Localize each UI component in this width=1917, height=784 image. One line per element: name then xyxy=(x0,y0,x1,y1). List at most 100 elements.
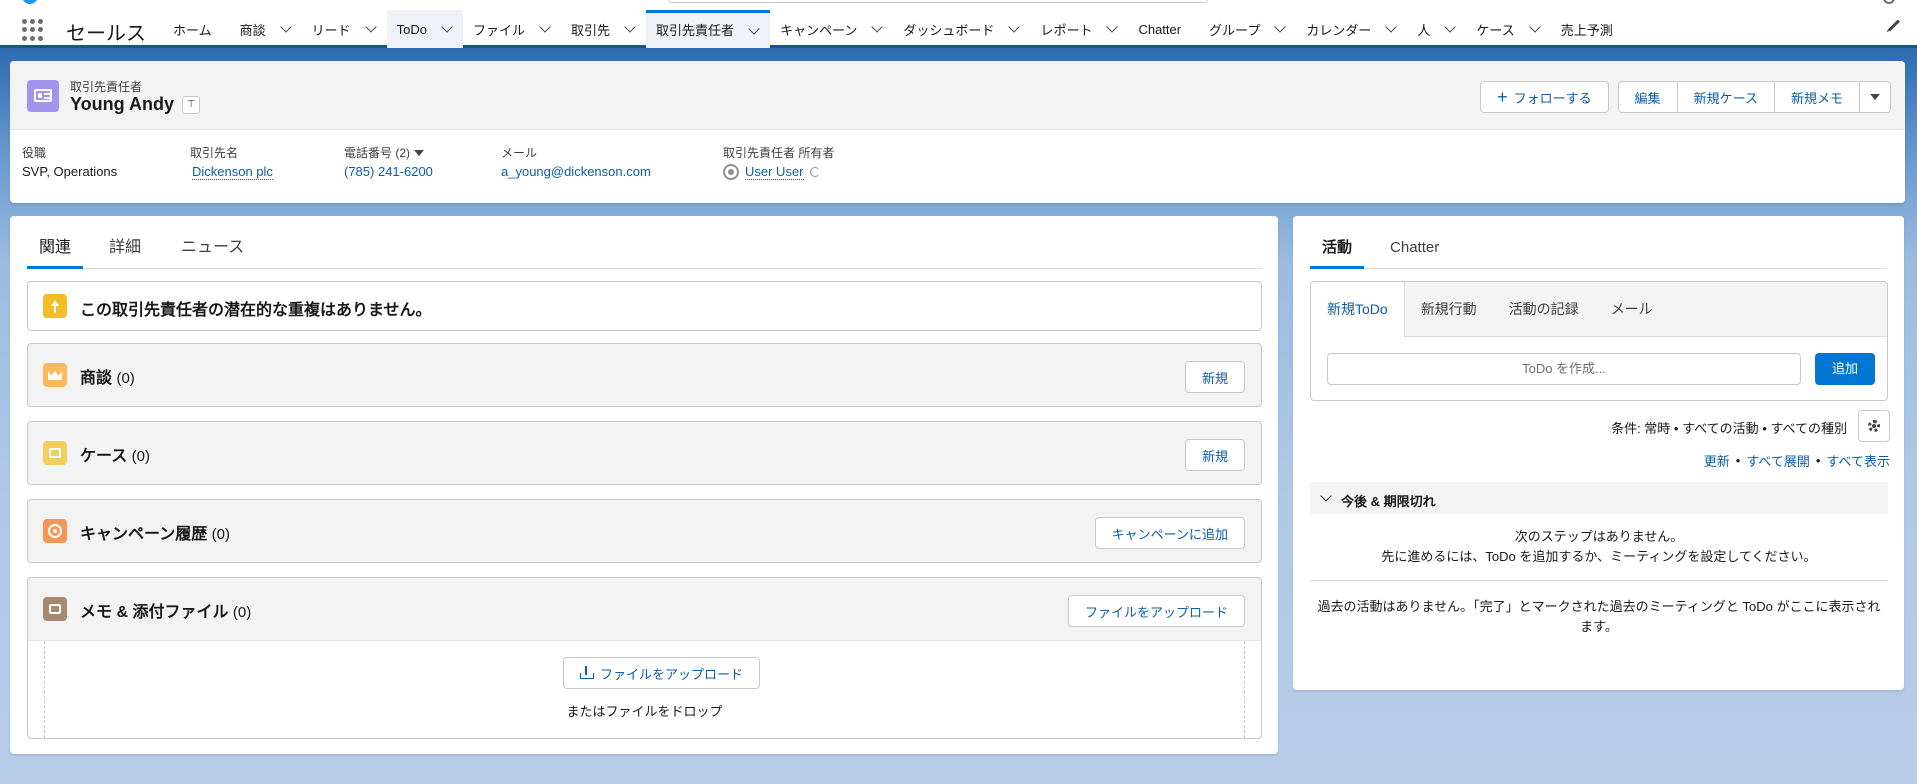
related-list-cases: ケース (0) 新規 xyxy=(27,421,1262,485)
view-all-link[interactable]: すべて表示 xyxy=(1826,451,1890,470)
upload-files-button[interactable]: ファイルをアップロード xyxy=(563,657,761,689)
add-to-campaign-button[interactable]: キャンペーンに追加 xyxy=(1094,517,1245,549)
no-next-steps: 次のステップはありません。 先に進めるには、ToDo を追加するか、ミーティング… xyxy=(1381,529,1817,564)
tab-details[interactable]: 詳細 xyxy=(95,233,155,269)
edit-nav-pencil-icon[interactable] xyxy=(1887,19,1901,32)
file-dropzone[interactable]: ファイルをアップロード またはファイルをドロップ xyxy=(28,640,1261,738)
follow-button[interactable]: + フォローする xyxy=(1480,81,1609,113)
nav-tab[interactable]: ToDo xyxy=(386,10,464,48)
tab-activity[interactable]: 活動 xyxy=(1310,233,1365,269)
tab-email[interactable]: メール xyxy=(1595,282,1669,336)
nav-tab[interactable]: カレンダー xyxy=(1296,10,1407,48)
nav-tab-label: ケース xyxy=(1476,22,1515,38)
global-search-edge[interactable] xyxy=(668,0,1208,3)
gear-icon xyxy=(1868,420,1880,432)
tab-chatter[interactable]: Chatter xyxy=(1376,233,1453,269)
nav-tab[interactable]: 人 xyxy=(1407,10,1466,48)
field-email: メール a_young@dickenson.com xyxy=(501,144,651,179)
duplicate-message: この取引先責任者の潜在的な重複はありません。 xyxy=(80,302,432,319)
nav-tab-label: ToDo xyxy=(396,21,428,37)
chevron-down-icon[interactable] xyxy=(1008,21,1021,33)
hierarchy-icon[interactable]: ⊤ xyxy=(182,96,200,114)
chevron-down-icon[interactable] xyxy=(1274,21,1286,33)
chevron-down-icon[interactable] xyxy=(279,21,292,33)
related-list-title[interactable]: メモ & 添付ファイル (0) xyxy=(80,598,251,622)
chevron-down-icon[interactable] xyxy=(539,21,551,33)
nav-tab[interactable]: ケース xyxy=(1466,10,1550,48)
chevron-down-icon[interactable] xyxy=(364,21,377,33)
chevron-down-icon[interactable] xyxy=(1529,21,1541,33)
related-list-title[interactable]: ケース (0) xyxy=(80,442,150,466)
related-panel: 関連 詳細 ニュース この取引先責任者の潜在的な重複はありません。 商談 (0)… xyxy=(10,216,1278,754)
edit-button[interactable]: 編集 xyxy=(1617,81,1678,113)
record-highlights: 取引先責任者 Young Andy ⊤ + フォローする 編集 新規ケース 新規… xyxy=(10,61,1905,203)
account-link[interactable]: Dickenson plc xyxy=(192,164,273,180)
new-case-button[interactable]: 新規ケース xyxy=(1676,81,1775,113)
nav-tab[interactable]: 取引先 xyxy=(561,10,646,48)
nav-tab[interactable]: 商談 xyxy=(230,10,302,48)
related-list-opportunities: 商談 (0) 新規 xyxy=(27,343,1262,407)
tab-log-call[interactable]: 活動の記録 xyxy=(1493,282,1595,336)
nav-tab[interactable]: ダッシュボード xyxy=(893,10,1030,48)
nav-tab[interactable]: グループ xyxy=(1199,10,1296,48)
upcoming-section-header[interactable]: 今後 & 期限切れ xyxy=(1310,482,1888,514)
upload-label: ファイルをアップロード xyxy=(600,666,744,682)
related-list-notes-attachments: メモ & 添付ファイル (0) ファイルをアップロード ファイルをアップロード … xyxy=(27,577,1262,739)
filter-settings-button[interactable] xyxy=(1858,410,1890,442)
nav-tab[interactable]: リード xyxy=(302,10,387,48)
user-avatar-icon[interactable] xyxy=(1883,0,1895,4)
nav-tab[interactable]: レポート xyxy=(1030,10,1128,48)
nav-tab[interactable]: キャンペーン xyxy=(770,10,893,48)
tab-new-todo[interactable]: 新規ToDo xyxy=(1311,282,1405,338)
case-icon xyxy=(43,441,67,465)
salesforce-logo xyxy=(22,0,38,4)
chevron-down-icon xyxy=(1320,490,1332,502)
chevron-down-icon[interactable] xyxy=(441,21,453,33)
add-todo-button[interactable]: 追加 xyxy=(1815,353,1875,385)
related-list-title[interactable]: キャンペーン履歴 (0) xyxy=(80,520,230,544)
related-list-title[interactable]: 商談 (0) xyxy=(80,364,135,388)
more-actions-button[interactable] xyxy=(1859,81,1891,113)
plus-icon: + xyxy=(1497,87,1508,107)
activity-tabs: 活動 Chatter xyxy=(1310,233,1887,269)
upload-files-header-button[interactable]: ファイルをアップロード xyxy=(1067,595,1245,627)
opportunity-icon xyxy=(43,363,67,387)
expand-all-link[interactable]: すべて展開 xyxy=(1746,451,1810,470)
chevron-down-icon[interactable] xyxy=(1444,21,1457,33)
new-opportunity-button[interactable]: 新規 xyxy=(1184,361,1245,393)
phone-link[interactable]: (785) 241-6200 xyxy=(344,164,433,179)
nav-tab-label: カレンダー xyxy=(1306,22,1372,38)
owner-link[interactable]: User User xyxy=(745,164,804,180)
nav-tab-label: ダッシュボード xyxy=(903,22,995,38)
tab-news[interactable]: ニュース xyxy=(167,233,258,269)
user-avatar xyxy=(723,164,739,180)
chevron-down-icon[interactable] xyxy=(1385,21,1398,33)
tab-new-event[interactable]: 新規行動 xyxy=(1405,282,1493,336)
chevron-down-icon[interactable] xyxy=(871,21,884,33)
record-name: Young Andy xyxy=(70,94,174,114)
nav-tab[interactable]: Chatter xyxy=(1128,10,1199,48)
nav-tab[interactable]: ファイル xyxy=(463,10,561,48)
nav-tab[interactable]: 取引先責任者 xyxy=(646,10,771,48)
app-name: セールス xyxy=(66,23,146,45)
new-note-button[interactable]: 新規メモ xyxy=(1773,81,1860,113)
nav-tab[interactable]: 売上予測 xyxy=(1551,10,1631,48)
field-label: メール xyxy=(501,146,538,160)
field-label: 取引先名 xyxy=(190,146,239,160)
todo-input[interactable]: ToDo を作成... xyxy=(1327,353,1801,385)
refresh-link[interactable]: 更新 xyxy=(1704,451,1730,470)
chevron-down-icon[interactable] xyxy=(748,22,760,35)
email-link[interactable]: a_young@dickenson.com xyxy=(501,164,651,179)
nav-tab[interactable]: ホーム xyxy=(163,10,230,48)
new-case-related-button[interactable]: 新規 xyxy=(1184,439,1245,471)
duplicate-check-card: この取引先責任者の潜在的な重複はありません。 xyxy=(27,281,1262,331)
change-owner-icon[interactable] xyxy=(809,167,820,177)
chevron-down-icon[interactable] xyxy=(624,21,636,33)
app-launcher-icon[interactable] xyxy=(22,19,44,41)
composer-tabs: 新規ToDo 新規行動 活動の記録 メール xyxy=(1311,282,1887,338)
chevron-down-icon[interactable] xyxy=(1106,21,1119,33)
tab-related[interactable]: 関連 xyxy=(27,233,84,269)
nav-tabs: ホーム 商談 リード ToDo ファイル 取引先 取引先責任者 キャンペーン ダッシュボード レポ… xyxy=(163,10,1631,48)
phone-label[interactable]: 電話番号 (2) xyxy=(344,144,433,161)
nav-tab-label: 売上予測 xyxy=(1560,22,1613,38)
